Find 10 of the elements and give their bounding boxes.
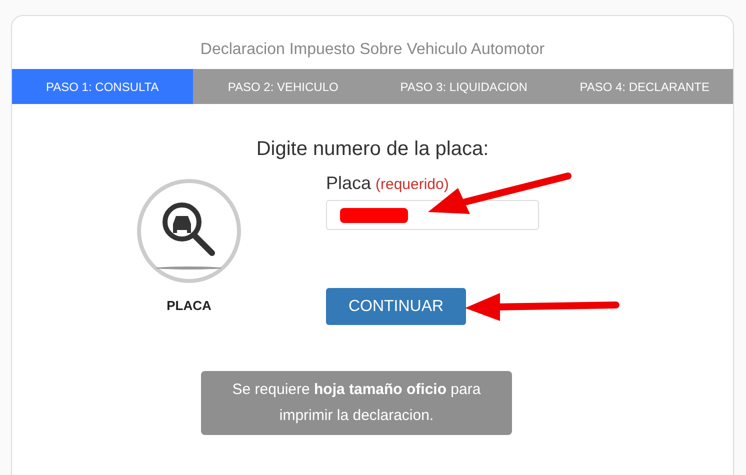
continue-button[interactable]: CONTINUAR bbox=[326, 288, 466, 325]
icon-caption: PLACA bbox=[166, 297, 212, 315]
field-label: Placa bbox=[326, 173, 372, 193]
heading: Digite numero de la placa: bbox=[255, 137, 490, 162]
plate-input-field[interactable] bbox=[326, 200, 539, 230]
page-title: Declaracion Impuesto Sobre Vehiculo Automotor bbox=[199, 40, 546, 60]
step-tab[interactable]: PASO 1: CONSULTA bbox=[12, 69, 193, 104]
car-search-icon bbox=[136, 178, 242, 284]
required-note: (requerido) bbox=[375, 176, 449, 193]
print-notice: Se requiere hoja tamaño oficio para imprimir la declaracion. bbox=[201, 371, 512, 435]
